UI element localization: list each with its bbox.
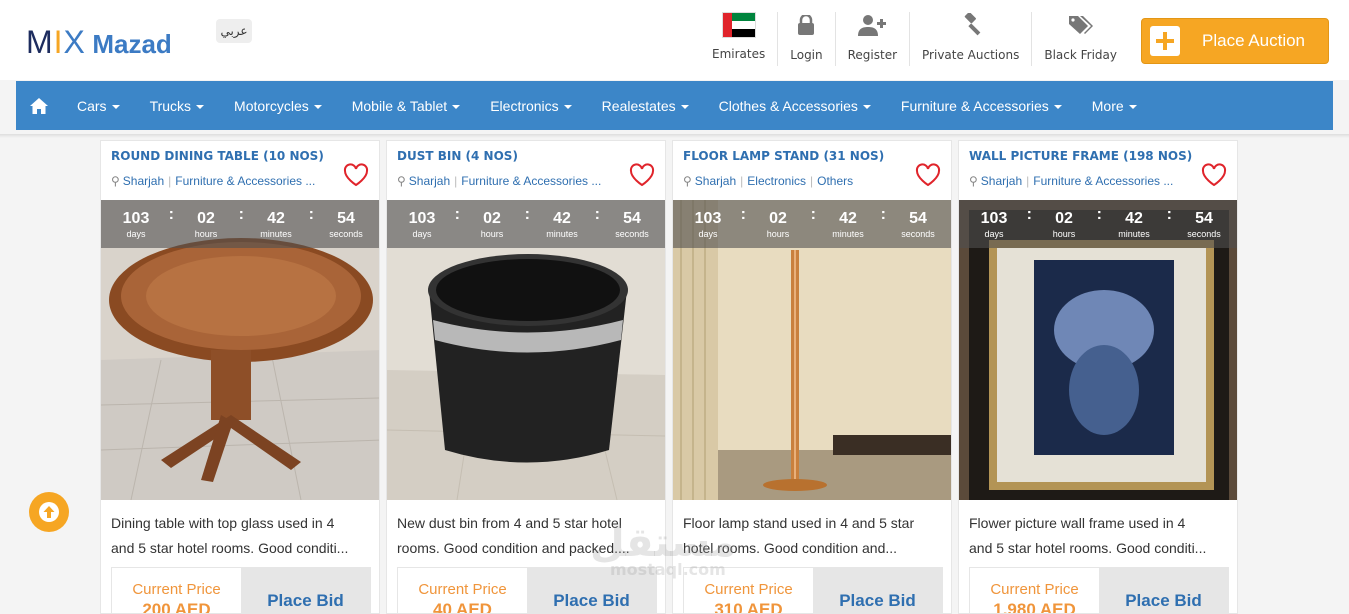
card-category[interactable]: Electronics — [747, 174, 806, 188]
nav-trucks[interactable]: Trucks — [135, 98, 219, 114]
nav-clothes-accessories[interactable]: Clothes & Accessories — [704, 98, 886, 114]
logo-mazad: Mazad — [92, 29, 172, 59]
card-description: Flower picture wall frame used in 4 and … — [969, 515, 1207, 556]
lock-icon — [798, 12, 815, 38]
plus-icon — [1150, 26, 1180, 56]
card-title[interactable]: ROUND DINING TABLE (10 NOS) — [111, 149, 324, 163]
card-location[interactable]: Sharjah — [123, 174, 164, 188]
logo-letter-x: X — [63, 24, 86, 60]
language-switch[interactable]: عربي — [216, 19, 252, 43]
caret-down-icon — [1128, 104, 1137, 109]
register-label: Register — [847, 48, 898, 62]
category-navbar: Cars Trucks Motorcycles Mobile & Tablet … — [16, 81, 1333, 130]
private-auctions-link[interactable]: Private Auctions — [909, 12, 1031, 66]
gavel-icon — [959, 12, 983, 38]
price-value: 40 AED — [433, 600, 492, 614]
card-location[interactable]: Sharjah — [409, 174, 450, 188]
countdown-timer: 103 days: 02 hours: 42 minutes: 54 seconds — [101, 200, 379, 248]
current-price: Current Price 200 AED — [112, 568, 241, 614]
nav-more[interactable]: More — [1077, 98, 1152, 114]
site-header: MIX Mazad عربي Emirates Login Register P… — [0, 0, 1349, 80]
card-location[interactable]: Sharjah — [981, 174, 1022, 188]
countdown-timer: 103 days: 02 hours: 42 minutes: 54 seconds — [959, 200, 1237, 248]
arrow-up-icon — [39, 502, 59, 522]
scroll-to-top-button[interactable] — [29, 492, 69, 532]
card-meta: ⚲ Sharjah | Furniture & Accessories ... — [397, 174, 602, 188]
nav-mobile-tablet[interactable]: Mobile & Tablet — [337, 98, 475, 114]
nav-realestates[interactable]: Realestates — [587, 98, 704, 114]
home-icon[interactable] — [16, 97, 62, 114]
register-link[interactable]: Register — [834, 12, 909, 66]
price-value: 1,980 AED — [993, 600, 1076, 614]
nav-furniture-accessories[interactable]: Furniture & Accessories — [886, 98, 1077, 114]
watermark: مستقل mostaql.com — [590, 520, 737, 579]
caret-down-icon — [111, 104, 120, 109]
heart-icon[interactable] — [1201, 163, 1227, 191]
nav-motorcycles[interactable]: Motorcycles — [219, 98, 337, 114]
place-bid-button[interactable]: Place Bid — [813, 568, 942, 613]
caret-down-icon — [680, 104, 689, 109]
place-bid-button[interactable]: Place Bid — [241, 568, 370, 613]
card-location[interactable]: Sharjah — [695, 174, 736, 188]
price-box: Current Price 200 AED Place Bid — [111, 567, 371, 614]
caret-down-icon — [452, 104, 461, 109]
current-price: Current Price 1,980 AED — [970, 568, 1099, 614]
logo-letter-m: M — [26, 24, 54, 60]
card-meta: ⚲ Sharjah | Furniture & Accessories ... — [111, 174, 316, 188]
logo-letter-i: I — [53, 24, 64, 60]
add-user-icon — [858, 12, 887, 38]
caret-down-icon — [563, 104, 572, 109]
countdown-timer: 103 days: 02 hours: 42 minutes: 54 seconds — [387, 200, 665, 248]
caret-down-icon — [862, 104, 871, 109]
price-value: 200 AED — [142, 600, 211, 614]
card-title[interactable]: DUST BIN (4 NOS) — [397, 149, 518, 163]
caret-down-icon — [1053, 104, 1062, 109]
map-marker-icon: ⚲ — [397, 174, 406, 188]
heart-icon[interactable] — [343, 163, 369, 191]
navbar-shadow — [0, 134, 1349, 138]
heart-icon[interactable] — [915, 163, 941, 191]
emirates-selector[interactable]: Emirates — [700, 12, 777, 66]
map-marker-icon: ⚲ — [683, 174, 692, 188]
map-marker-icon: ⚲ — [111, 174, 120, 188]
price-box: Current Price 1,980 AED Place Bid — [969, 567, 1229, 614]
card-meta: ⚲ Sharjah | Furniture & Accessories ... — [969, 174, 1174, 188]
card-category-secondary[interactable]: Others — [817, 174, 853, 188]
card-title[interactable]: WALL PICTURE FRAME (198 NOS) — [969, 149, 1192, 163]
place-auction-button[interactable]: Place Auction — [1141, 18, 1329, 64]
auction-card: WALL PICTURE FRAME (198 NOS) ⚲ Sharjah | Fu… — [958, 140, 1238, 614]
uae-flag-icon — [721, 12, 756, 38]
nav-cars[interactable]: Cars — [62, 98, 135, 114]
caret-down-icon — [196, 104, 205, 109]
auction-card: ROUND DINING TABLE (10 NOS) ⚲ Sharjah | Fur… — [100, 140, 380, 614]
emirates-label: Emirates — [712, 47, 766, 61]
black-friday-label: Black Friday — [1044, 48, 1117, 62]
nav-electronics[interactable]: Electronics — [475, 98, 586, 114]
heart-icon[interactable] — [629, 163, 655, 191]
login-link[interactable]: Login — [777, 12, 834, 66]
login-label: Login — [790, 48, 823, 62]
card-description: Dining table with top glass used in 4 an… — [111, 515, 349, 556]
countdown-timer: 103 days: 02 hours: 42 minutes: 54 seconds — [673, 200, 951, 248]
card-category[interactable]: Furniture & Accessories ... — [461, 174, 601, 188]
black-friday-link[interactable]: Black Friday — [1031, 12, 1129, 66]
map-marker-icon: ⚲ — [969, 174, 978, 188]
tags-icon — [1068, 12, 1094, 38]
caret-down-icon — [313, 104, 322, 109]
card-category[interactable]: Furniture & Accessories ... — [175, 174, 315, 188]
place-auction-label: Place Auction — [1202, 31, 1306, 50]
card-category[interactable]: Furniture & Accessories ... — [1033, 174, 1173, 188]
current-price: Current Price 40 AED — [398, 568, 527, 614]
place-bid-button[interactable]: Place Bid — [1099, 568, 1228, 613]
price-value: 310 AED — [714, 600, 783, 614]
card-title[interactable]: FLOOR LAMP STAND (31 NOS) — [683, 149, 884, 163]
private-auctions-label: Private Auctions — [922, 48, 1020, 62]
site-logo[interactable]: MIX Mazad — [26, 24, 172, 64]
card-meta: ⚲ Sharjah | Electronics | Others — [683, 174, 854, 188]
top-nav: Emirates Login Register Private Auctions… — [700, 12, 1329, 66]
